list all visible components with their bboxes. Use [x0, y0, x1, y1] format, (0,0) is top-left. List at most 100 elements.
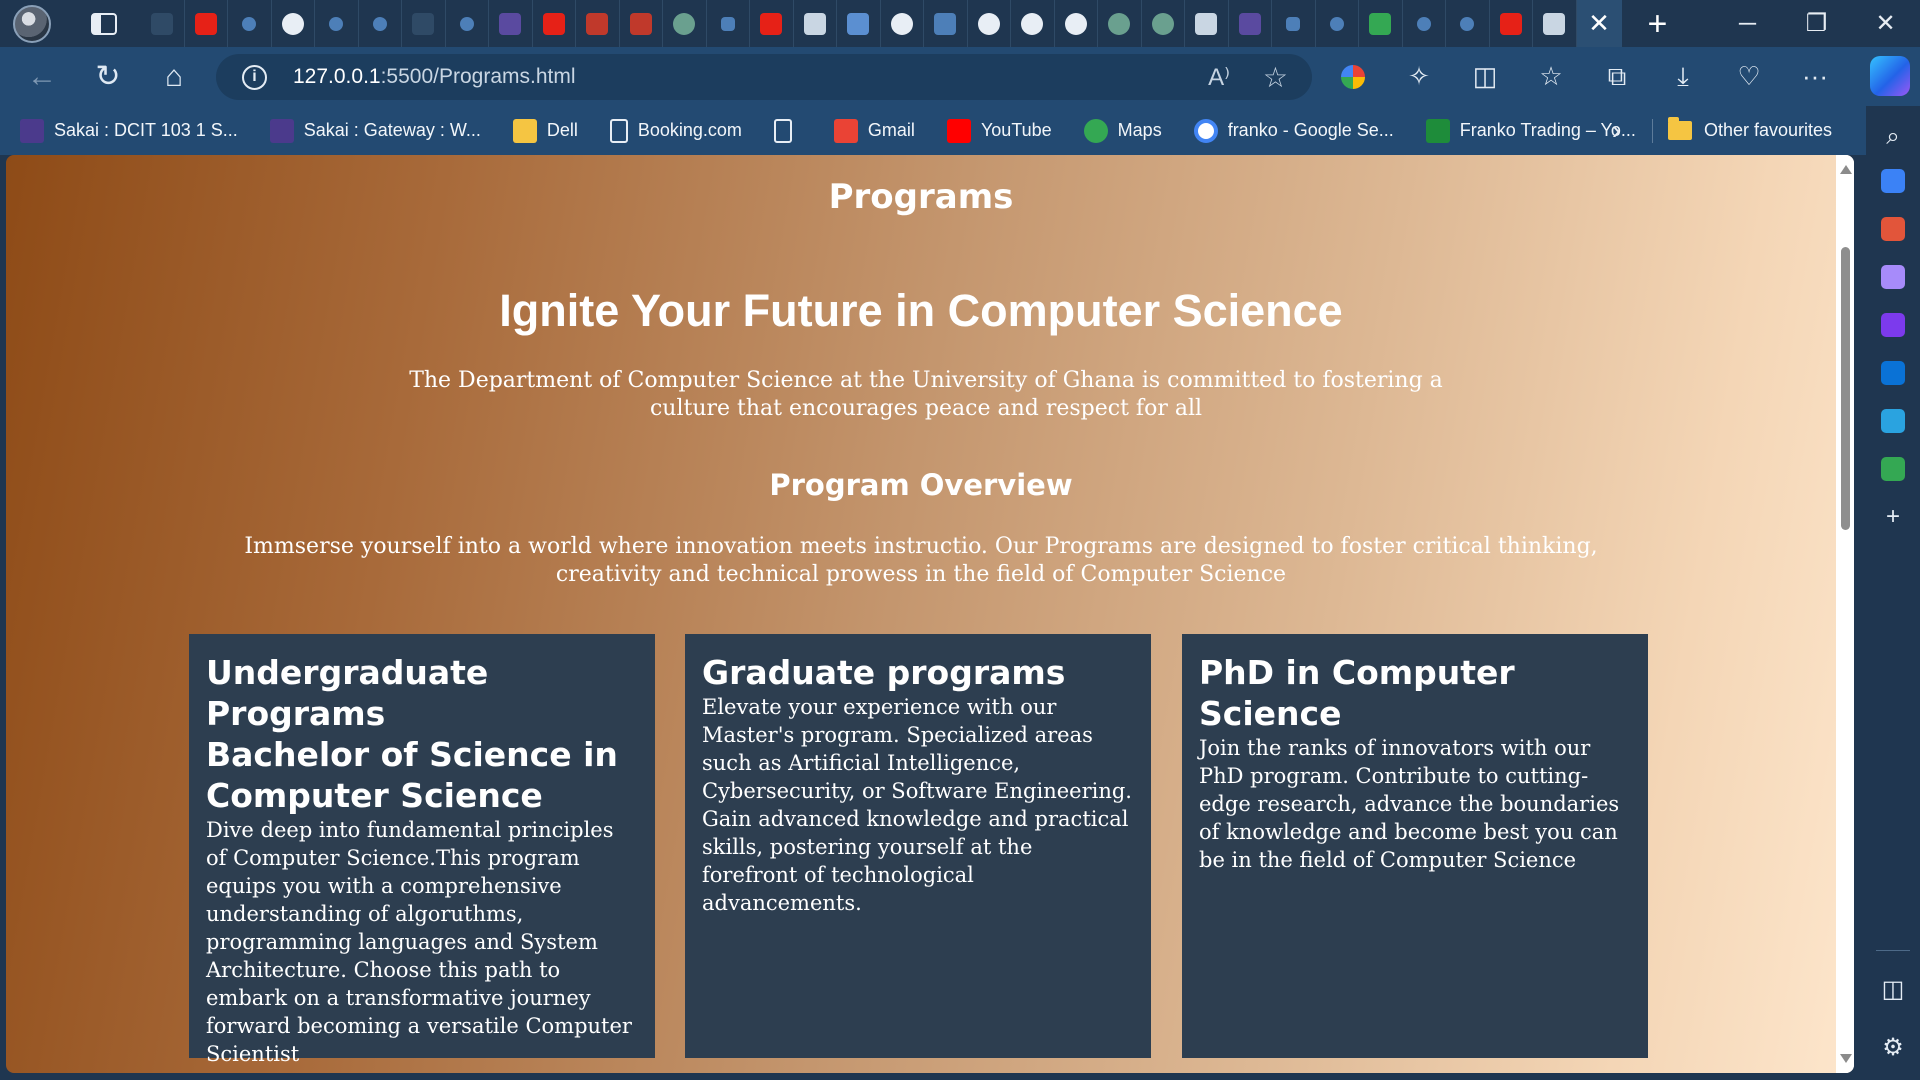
tab[interactable] [1055, 0, 1098, 47]
tab[interactable] [1490, 0, 1533, 47]
tab[interactable] [185, 0, 228, 47]
tab[interactable] [1446, 0, 1490, 47]
search-icon [329, 16, 344, 31]
read-aloud-icon[interactable]: A⁾ [1208, 63, 1230, 92]
toolbox-icon[interactable] [1878, 214, 1908, 244]
collections-button[interactable]: ⧉ [1584, 61, 1650, 93]
url-path: :5500/Programs.html [380, 65, 576, 88]
favorite-link[interactable]: Maps [1064, 106, 1174, 155]
extensions-button[interactable]: ✧ [1386, 61, 1452, 92]
tab[interactable] [228, 0, 272, 47]
tab[interactable] [968, 0, 1011, 47]
tab[interactable] [837, 0, 881, 47]
tab[interactable] [750, 0, 794, 47]
games-icon[interactable] [1878, 262, 1908, 292]
favorite-link[interactable]: Sakai : DCIT 103 1 S... [0, 106, 250, 155]
tab[interactable] [1229, 0, 1272, 47]
minimize-button[interactable]: ─ [1713, 0, 1782, 47]
search-icon [1416, 16, 1431, 31]
site-info-icon[interactable]: i [242, 64, 267, 90]
tab[interactable] [1011, 0, 1055, 47]
tab[interactable] [1142, 0, 1185, 47]
scroll-down-arrow-icon[interactable] [1840, 1054, 1852, 1063]
tab[interactable] [1272, 0, 1316, 47]
other-favorites-folder[interactable]: Other favourites [1668, 106, 1832, 155]
tab[interactable] [576, 0, 620, 47]
favorite-link[interactable]: Sakai : Gateway : W... [250, 106, 493, 155]
active-tab-close-button[interactable]: ✕ [1576, 0, 1622, 47]
tab[interactable] [620, 0, 663, 47]
tab[interactable] [402, 0, 446, 47]
split-screen-button[interactable]: ◫ [1452, 61, 1518, 92]
url-text[interactable]: 127.0.0.1:5500/Programs.html [293, 65, 576, 89]
favorite-link[interactable]: franko - Google Se... [1174, 106, 1406, 155]
telegram-icon[interactable] [1878, 406, 1908, 436]
favorite-link[interactable]: Gmail [814, 106, 927, 155]
new-tab-button[interactable]: + [1648, 7, 1668, 41]
tab[interactable] [1185, 0, 1229, 47]
blank-tab-icon [412, 12, 435, 35]
close-window-button[interactable]: ✕ [1851, 0, 1920, 47]
document-icon [609, 118, 628, 143]
refresh-button[interactable]: ↻ [75, 47, 141, 106]
search-icon [242, 16, 257, 31]
tab[interactable] [141, 0, 185, 47]
tab[interactable] [663, 0, 707, 47]
scroll-up-arrow-icon[interactable] [1840, 165, 1852, 174]
navigation-bar: ← ↻ ⌂ i 127.0.0.1:5500/Programs.html A⁾ … [0, 47, 1920, 106]
address-bar[interactable]: i 127.0.0.1:5500/Programs.html A⁾ ☆ [216, 54, 1312, 100]
folder-icon [1668, 117, 1692, 140]
page-viewport: Programs Ignite Your Future in Computer … [6, 155, 1854, 1073]
tab[interactable] [1403, 0, 1446, 47]
search-icon[interactable]: ⌕ [1878, 122, 1908, 152]
tab[interactable] [359, 0, 402, 47]
tab[interactable] [794, 0, 837, 47]
add-favorite-icon[interactable]: ☆ [1263, 61, 1288, 94]
card-body: Dive deep into fundamental principles of… [206, 818, 632, 1066]
favorite-link[interactable]: Dell [493, 106, 590, 155]
tab[interactable] [881, 0, 924, 47]
favorites-button[interactable]: ☆ [1518, 61, 1584, 92]
copilot-app-icon[interactable] [1878, 310, 1908, 340]
tab[interactable] [315, 0, 359, 47]
add-icon[interactable]: + [1878, 502, 1908, 532]
tab[interactable] [272, 0, 315, 47]
youtube-icon [1499, 12, 1522, 35]
sidebar-panel-icon[interactable]: ◫ [1878, 974, 1908, 1004]
tab[interactable] [707, 0, 750, 47]
profile-avatar[interactable] [13, 4, 51, 43]
downloads-button[interactable]: ⤓ [1650, 61, 1716, 93]
tab-actions-icon[interactable] [91, 12, 117, 35]
favorite-label: Sakai : Gateway : W... [303, 120, 481, 140]
shopping-tag-icon[interactable] [1878, 166, 1908, 196]
scroll-thumb[interactable] [1841, 247, 1850, 530]
tab[interactable] [1533, 0, 1577, 47]
tab[interactable] [446, 0, 489, 47]
outlook-icon[interactable] [1878, 358, 1908, 388]
extension-profile-icon[interactable] [1320, 64, 1386, 89]
browser-essentials-button[interactable]: ♡ [1716, 61, 1782, 92]
favorite-link[interactable]: Booking.com [590, 106, 754, 155]
tab[interactable] [533, 0, 576, 47]
tab[interactable] [1098, 0, 1142, 47]
settings-more-button[interactable]: ··· [1782, 61, 1848, 92]
edge-sidebar: ◫ ⚙ ⌕ + [1866, 106, 1920, 1080]
tree-icon[interactable] [1878, 454, 1908, 484]
copilot-icon[interactable] [1870, 56, 1910, 96]
home-button[interactable]: ⌂ [141, 47, 207, 106]
tab[interactable] [924, 0, 968, 47]
outlook-icon-glyph [1881, 361, 1905, 385]
sidebar-settings-icon[interactable]: ⚙ [1878, 1032, 1908, 1062]
vertical-scrollbar[interactable] [1836, 155, 1854, 1073]
card-heading: PhD in Computer Science [1199, 652, 1631, 734]
tab[interactable] [1359, 0, 1403, 47]
favorites-overflow-chevron-icon[interactable]: › [1612, 106, 1621, 155]
tab[interactable] [1316, 0, 1359, 47]
pdf-icon [629, 12, 652, 35]
back-button[interactable]: ← [9, 47, 75, 106]
hero-heading: Ignite Your Future in Computer Science [499, 285, 1343, 336]
tab[interactable] [489, 0, 533, 47]
favorite-link[interactable]: YouTube [927, 106, 1064, 155]
restore-button[interactable]: ❐ [1782, 0, 1851, 47]
favorite-link[interactable] [754, 106, 814, 155]
